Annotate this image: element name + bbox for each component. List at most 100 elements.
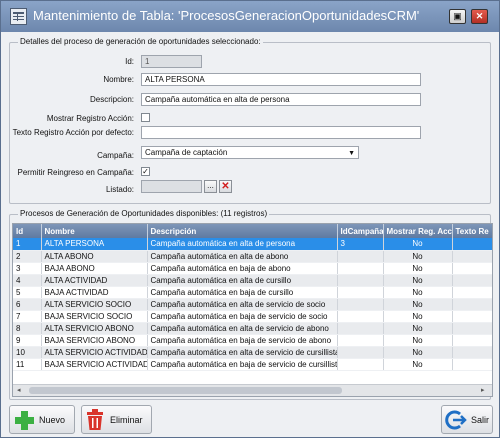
table-cell: No <box>383 310 453 323</box>
table-cell: No <box>383 322 453 335</box>
table-cell: BAJA SERVICIO ACTIVIDAD <box>41 358 148 371</box>
table-cell: No <box>383 250 453 263</box>
campana-select[interactable]: Campaña de captación ▼ <box>141 146 359 159</box>
table-row[interactable]: 7 BAJA SERVICIO SOCIO Campaña automática e… <box>13 310 492 323</box>
table-cell <box>452 238 492 251</box>
clear-icon[interactable]: ✕ <box>219 180 232 193</box>
table-cell <box>337 310 384 323</box>
eliminar-button[interactable]: Eliminar <box>81 405 152 434</box>
column-header[interactable]: Descripción <box>147 224 338 238</box>
table-cell: 3 <box>13 262 42 275</box>
table-cell: Campaña automática en baja de cursillo <box>147 286 338 299</box>
campana-select-value: Campaña de captación <box>145 148 228 157</box>
table-cell <box>452 274 492 287</box>
column-header[interactable]: Id <box>13 224 42 238</box>
table-cell: No <box>383 358 453 371</box>
plus-icon <box>15 411 34 430</box>
descripcion-label: Descripcion: <box>89 95 134 104</box>
reingreso-checkbox[interactable]: ✓ <box>141 167 150 176</box>
table-cell: Campaña automática en alta de servicio d… <box>147 346 338 359</box>
salir-button[interactable]: Salir <box>441 405 493 434</box>
trash-icon <box>87 409 103 430</box>
table-cell: 8 <box>13 322 42 335</box>
table-cell: 3 <box>337 238 384 251</box>
chevron-down-icon: ▼ <box>348 150 355 157</box>
table-row[interactable]: 11 BAJA SERVICIO ACTIVIDAD Campaña automát… <box>13 358 492 371</box>
table-cell: No <box>383 298 453 311</box>
table-cell: 9 <box>13 334 42 347</box>
texto-registro-label: Texto Registro Acción por defecto: <box>12 128 134 137</box>
nombre-field[interactable]: ALTA PERSONA <box>141 73 421 86</box>
table-row[interactable]: 3 BAJA ABONO Campaña automática en baja de… <box>13 262 492 275</box>
table-cell: Campaña automática en baja de servicio d… <box>147 334 338 347</box>
table-cell: Campaña automática en alta de servicio d… <box>147 298 338 311</box>
table-cell <box>452 334 492 347</box>
table-cell: 10 <box>13 346 42 359</box>
table-cell <box>452 286 492 299</box>
id-field[interactable]: 1 <box>141 55 202 68</box>
table-row[interactable]: 6 ALTA SERVICIO SOCIO Campaña automática e… <box>13 298 492 311</box>
table-cell: ALTA PERSONA <box>41 238 148 251</box>
column-header[interactable]: IdCampaña <box>337 224 384 238</box>
nuevo-label: Nuevo <box>39 415 66 425</box>
window-title: Mantenimiento de Tabla: 'ProcesosGenerac… <box>33 8 420 23</box>
table-row[interactable]: 4 ALTA ACTIVIDAD Campaña automática en alt… <box>13 274 492 287</box>
table-cell <box>337 346 384 359</box>
processes-grid[interactable]: Id Nombre Descripción IdCampaña Mostrar Reg.… <box>12 223 493 397</box>
column-header[interactable]: Nombre <box>41 224 148 238</box>
texto-registro-field[interactable] <box>141 126 421 139</box>
nuevo-button[interactable]: Nuevo <box>9 405 75 434</box>
descripcion-field[interactable]: Campaña automática en alta de persona <box>141 93 421 106</box>
table-cell: ALTA ACTIVIDAD <box>41 274 148 287</box>
details-fieldset: Detalles del proceso de generación de op… <box>9 37 491 204</box>
table-row[interactable]: 5 BAJA ACTIVIDAD Campaña automática en baj… <box>13 286 492 299</box>
table-cell <box>452 310 492 323</box>
table-cell: BAJA ACTIVIDAD <box>41 286 148 299</box>
table-cell: Campaña automática en baja de abono <box>147 262 338 275</box>
mostrar-registro-checkbox[interactable] <box>141 113 150 122</box>
table-cell <box>337 298 384 311</box>
table-cell: BAJA ABONO <box>41 262 148 275</box>
table-cell: Campaña automática en baja de servicio d… <box>147 358 338 371</box>
listado-label: Listado: <box>105 185 134 194</box>
table-cell: BAJA SERVICIO SOCIO <box>41 310 148 323</box>
scroll-left-icon[interactable]: ◂ <box>17 386 21 394</box>
table-cell <box>337 322 384 335</box>
maintenance-window: Mantenimiento de Tabla: 'ProcesosGenerac… <box>0 0 500 438</box>
table-cell <box>337 262 384 275</box>
reingreso-label: Permitir Reingreso en Campaña: <box>17 168 135 177</box>
table-cell: No <box>383 334 453 347</box>
table-cell: 1 <box>13 238 42 251</box>
table-cell: No <box>383 274 453 287</box>
table-cell: ALTA ABONO <box>41 250 148 263</box>
table-cell <box>337 274 384 287</box>
table-icon <box>10 8 27 25</box>
scrollbar-thumb[interactable] <box>29 387 342 394</box>
table-cell <box>337 334 384 347</box>
table-cell <box>337 250 384 263</box>
horizontal-scrollbar[interactable]: ◂ ▸ <box>13 384 492 396</box>
column-header[interactable]: Mostrar Reg. Acc. <box>383 224 453 238</box>
scroll-right-icon[interactable]: ▸ <box>481 386 485 394</box>
table-row[interactable]: 1 ALTA PERSONA Campaña automática en alta … <box>13 238 492 251</box>
table-cell: 5 <box>13 286 42 299</box>
browse-button[interactable]: ... <box>204 180 217 193</box>
table-cell <box>452 346 492 359</box>
column-header[interactable]: Texto Re <box>452 224 492 238</box>
table-row[interactable]: 2 ALTA ABONO Campaña automática en alta de… <box>13 250 492 263</box>
table-cell <box>337 358 384 371</box>
eliminar-label: Eliminar <box>110 415 143 425</box>
title-bar[interactable]: Mantenimiento de Tabla: 'ProcesosGenerac… <box>1 1 499 32</box>
campana-label: Campaña: <box>97 151 134 160</box>
exit-icon <box>445 410 467 430</box>
table-row[interactable]: 9 BAJA SERVICIO ABONO Campaña automática e… <box>13 334 492 347</box>
table-cell: No <box>383 346 453 359</box>
table-row[interactable]: 10 ALTA SERVICIO ACTIVIDAD Campaña automát… <box>13 346 492 359</box>
close-button[interactable]: ✕ <box>471 9 488 24</box>
table-cell: BAJA SERVICIO ABONO <box>41 334 148 347</box>
listado-field[interactable] <box>141 180 202 193</box>
table-row[interactable]: 8 ALTA SERVICIO ABONO Campaña automática e… <box>13 322 492 335</box>
table-header-row: Id Nombre Descripción IdCampaña Mostrar Reg.… <box>13 224 492 238</box>
table-cell: Campaña automática en alta de servicio d… <box>147 322 338 335</box>
maximize-button[interactable]: ▣ <box>449 9 466 24</box>
